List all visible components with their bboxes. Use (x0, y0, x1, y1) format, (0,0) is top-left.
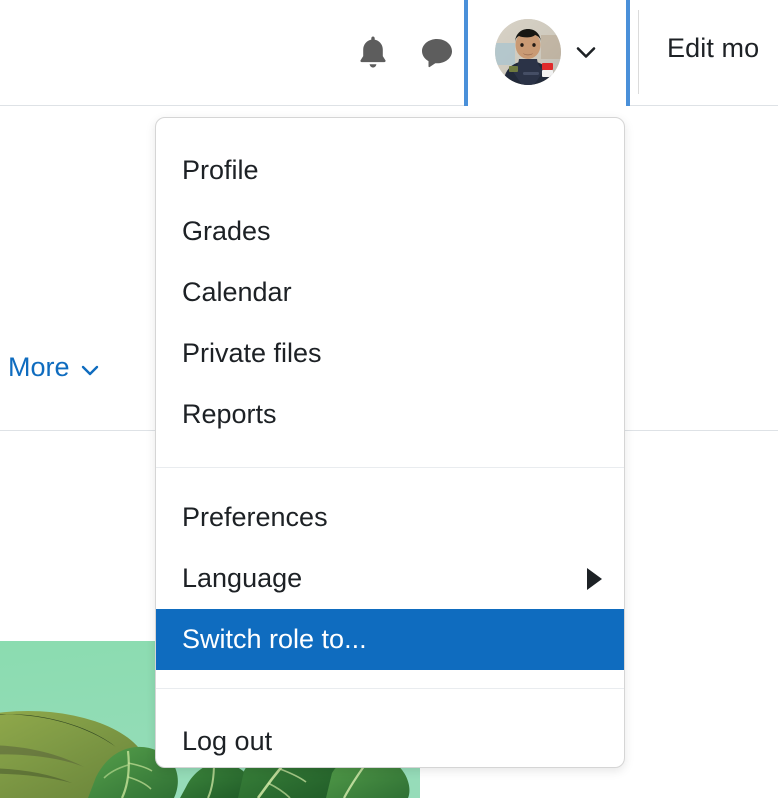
user-dropdown-menu: Profile Grades Calendar Private files Re… (155, 117, 625, 768)
menu-item-reports[interactable]: Reports (156, 384, 624, 445)
screen-root: Edit mo More Profile Grades Calendar Pri… (0, 0, 778, 798)
menu-item-label: Switch role to... (182, 624, 367, 654)
menu-item-preferences[interactable]: Preferences (156, 487, 624, 548)
menu-item-label: Grades (182, 216, 271, 246)
menu-item-label: Language (182, 563, 303, 593)
header-vertical-divider (638, 10, 639, 94)
menu-item-label: Profile (182, 155, 259, 185)
dropdown-group-3: Log out (156, 689, 624, 767)
dropdown-group-2: Preferences Language Switch role to... (156, 468, 624, 670)
user-menu-button[interactable] (464, 0, 630, 110)
menu-item-label: Preferences (182, 502, 328, 532)
menu-item-switch-role-to[interactable]: Switch role to... (156, 609, 624, 670)
menu-item-label: Log out (182, 726, 273, 756)
nav-more-label: More (8, 352, 70, 382)
menu-item-calendar[interactable]: Calendar (156, 262, 624, 323)
menu-item-label: Calendar (182, 277, 292, 307)
caret-right-icon (587, 567, 602, 590)
edit-mode-label: Edit mo (667, 33, 760, 63)
chevron-down-icon (573, 39, 599, 65)
notifications-bell-icon[interactable] (352, 30, 394, 74)
page-header: Edit mo (0, 0, 778, 110)
menu-item-log-out[interactable]: Log out (156, 711, 624, 767)
messages-bubble-icon[interactable] (416, 30, 458, 74)
menu-item-label: Private files (182, 338, 322, 368)
nav-more-link[interactable]: More (8, 352, 101, 383)
header-icon-group (352, 30, 458, 74)
menu-item-private-files[interactable]: Private files (156, 323, 624, 384)
menu-item-label: Reports (182, 399, 277, 429)
dropdown-group-1: Profile Grades Calendar Private files Re… (156, 118, 624, 467)
avatar (495, 19, 561, 85)
menu-item-language[interactable]: Language (156, 548, 624, 609)
menu-item-profile[interactable]: Profile (156, 140, 624, 201)
menu-item-grades[interactable]: Grades (156, 201, 624, 262)
chevron-down-icon (79, 357, 101, 379)
